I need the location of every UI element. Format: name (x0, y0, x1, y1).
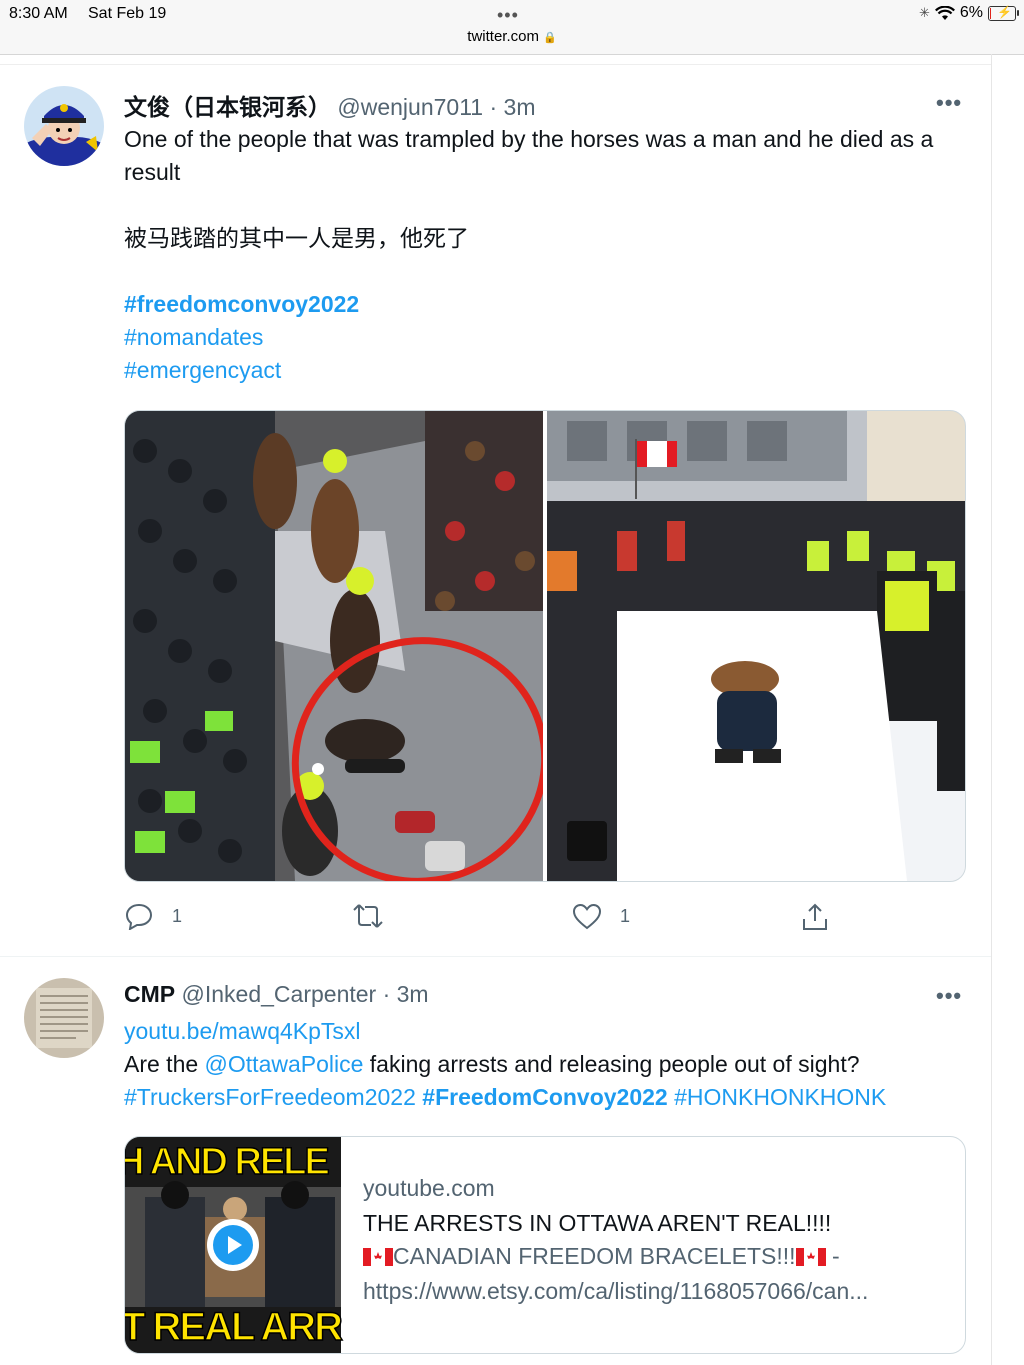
card-desc-line-1: CANADIAN FREEDOM BRACELETS!!! - (363, 1239, 963, 1274)
reply-button[interactable]: 1 (124, 902, 182, 930)
video-thumbnail[interactable]: H AND RELE T REAL ARR (124, 1137, 344, 1353)
tweet-text: youtu.be/mawq4KpTsxl Are the @OttawaPoli… (124, 1015, 974, 1114)
retweet-icon (353, 904, 383, 928)
tweet-media[interactable] (124, 410, 966, 882)
tweet-header: CMP @Inked_Carpenter · 3m (124, 981, 429, 1008)
display-name[interactable]: 文俊（日本银河系） (124, 94, 331, 120)
tweet-text: One of the people that was trampled by t… (124, 123, 964, 387)
hashtag-emergencyact[interactable]: #emergencyact (124, 354, 964, 387)
display-name[interactable]: CMP (124, 981, 175, 1007)
media-photo-snow[interactable] (547, 411, 966, 881)
card-domain: youtube.com (363, 1175, 495, 1201)
timestamp[interactable]: · 3m (383, 981, 429, 1007)
text-before-mention: Are the (124, 1051, 205, 1077)
column-border (991, 54, 992, 1365)
tweet-body: Are the @OttawaPolice faking arrests and… (124, 1048, 974, 1081)
card-body: youtube.com THE ARRESTS IN OTTAWA AREN'T… (363, 1175, 953, 1309)
reply-icon (125, 903, 153, 930)
more-options-icon[interactable]: ••• (936, 90, 962, 116)
battery-icon: ⚡ (988, 4, 1019, 21)
card-desc-text: CANADIAN FREEDOM BRACELETS!!! (393, 1243, 796, 1269)
link-card[interactable]: H AND RELE T REAL ARR youtube.com THE AR… (124, 1136, 966, 1354)
like-count: 1 (620, 905, 631, 926)
media-photo-horses[interactable] (125, 411, 545, 881)
mention-ottawapolice[interactable]: @OttawaPolice (205, 1051, 364, 1077)
card-desc-line-2: https://www.etsy.com/ca/listing/11680570… (363, 1278, 869, 1304)
reply-count: 1 (172, 905, 183, 926)
charging-icon: ⚡ (997, 4, 1012, 19)
timestamp[interactable]: · 3m (489, 94, 535, 120)
canada-flag-icon (795, 1248, 826, 1266)
handle[interactable]: @wenjun7011 (337, 94, 483, 120)
hashtag-freedomconvoy2022[interactable]: #freedomconvoy2022 (124, 288, 964, 321)
tweet-text-en: One of the people that was trampled by t… (124, 126, 934, 185)
more-options-icon[interactable]: ••• (936, 983, 962, 1009)
like-button[interactable]: 1 (572, 902, 630, 930)
card-desc-suffix: - (825, 1243, 840, 1269)
tweet[interactable]: 文俊（日本银河系） @wenjun7011 · 3m ••• One of th… (0, 0, 991, 955)
text-after-mention: faking arrests and releasing people out … (363, 1051, 860, 1077)
thumbnail-top-text: H AND RELE (124, 1140, 331, 1184)
handle[interactable]: @Inked_Carpenter (182, 981, 377, 1007)
hashtag-truckersforfreedeom2022[interactable]: #TruckersForFreedeom2022 (124, 1084, 416, 1110)
play-button[interactable] (207, 1219, 259, 1271)
avatar[interactable] (24, 86, 104, 166)
play-icon (213, 1225, 253, 1265)
avatar[interactable] (24, 978, 104, 1058)
tweet-text-zh: 被马践踏的其中一人是男，他死了 (124, 225, 469, 251)
like-icon (572, 903, 602, 930)
card-description: CANADIAN FREEDOM BRACELETS!!! - https://… (363, 1239, 953, 1309)
tweet-actions: 1 1 (124, 902, 864, 942)
share-button[interactable] (800, 902, 830, 932)
tweet-header: 文俊（日本银河系） @wenjun7011 · 3m (124, 88, 535, 122)
retweet-button[interactable] (352, 902, 384, 930)
youtube-link[interactable]: youtu.be/mawq4KpTsxl (124, 1015, 974, 1048)
hashtag-freedomconvoy2022[interactable]: #FreedomConvoy2022 (422, 1084, 667, 1110)
thumbnail-bottom-text: T REAL ARR (124, 1304, 344, 1350)
card-title: THE ARRESTS IN OTTAWA AREN'T REAL!!!! (363, 1210, 832, 1236)
hashtag-honkhonkhonk[interactable]: #HONKHONKHONK (674, 1084, 886, 1110)
canada-flag-icon (363, 1248, 393, 1266)
hashtag-row: #TruckersForFreedeom2022 #FreedomConvoy2… (124, 1081, 974, 1114)
hashtag-nomandates[interactable]: #nomandates (124, 321, 964, 354)
share-icon (803, 903, 827, 930)
